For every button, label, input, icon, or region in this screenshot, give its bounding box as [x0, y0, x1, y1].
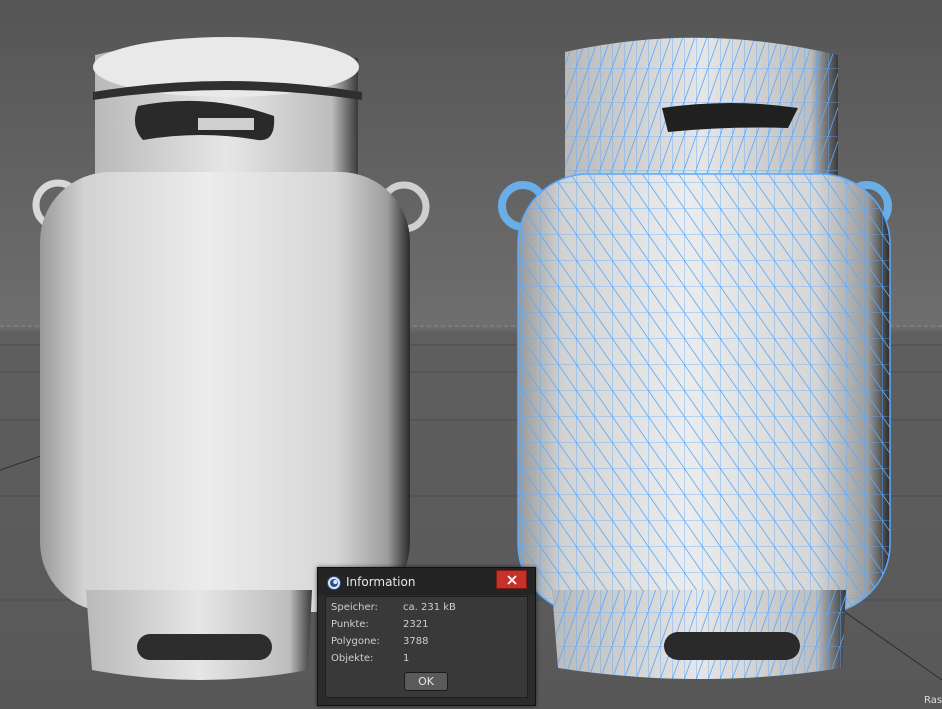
viewport-corner-label: Ras — [924, 695, 942, 706]
ok-button[interactable]: OK — [404, 672, 448, 691]
information-dialog: Information Speicher: ca. 231 kB Punkte:… — [317, 567, 536, 706]
info-value: 3788 — [403, 636, 429, 647]
info-label: Objekte: — [331, 653, 374, 664]
info-label: Speicher: — [331, 602, 378, 613]
dialog-titlebar[interactable]: Information — [318, 568, 535, 595]
info-value: 2321 — [403, 619, 429, 630]
info-value: ca. 231 kB — [403, 602, 456, 613]
info-label: Polygone: — [331, 636, 380, 647]
info-label: Punkte: — [331, 619, 369, 630]
close-button[interactable] — [496, 570, 527, 589]
dialog-title: Information — [346, 575, 416, 589]
close-icon — [506, 574, 517, 585]
dialog-body: Speicher: ca. 231 kB Punkte: 2321 Polygo… — [325, 596, 528, 698]
cinema4d-app-icon — [327, 575, 341, 590]
info-value: 1 — [403, 653, 410, 664]
